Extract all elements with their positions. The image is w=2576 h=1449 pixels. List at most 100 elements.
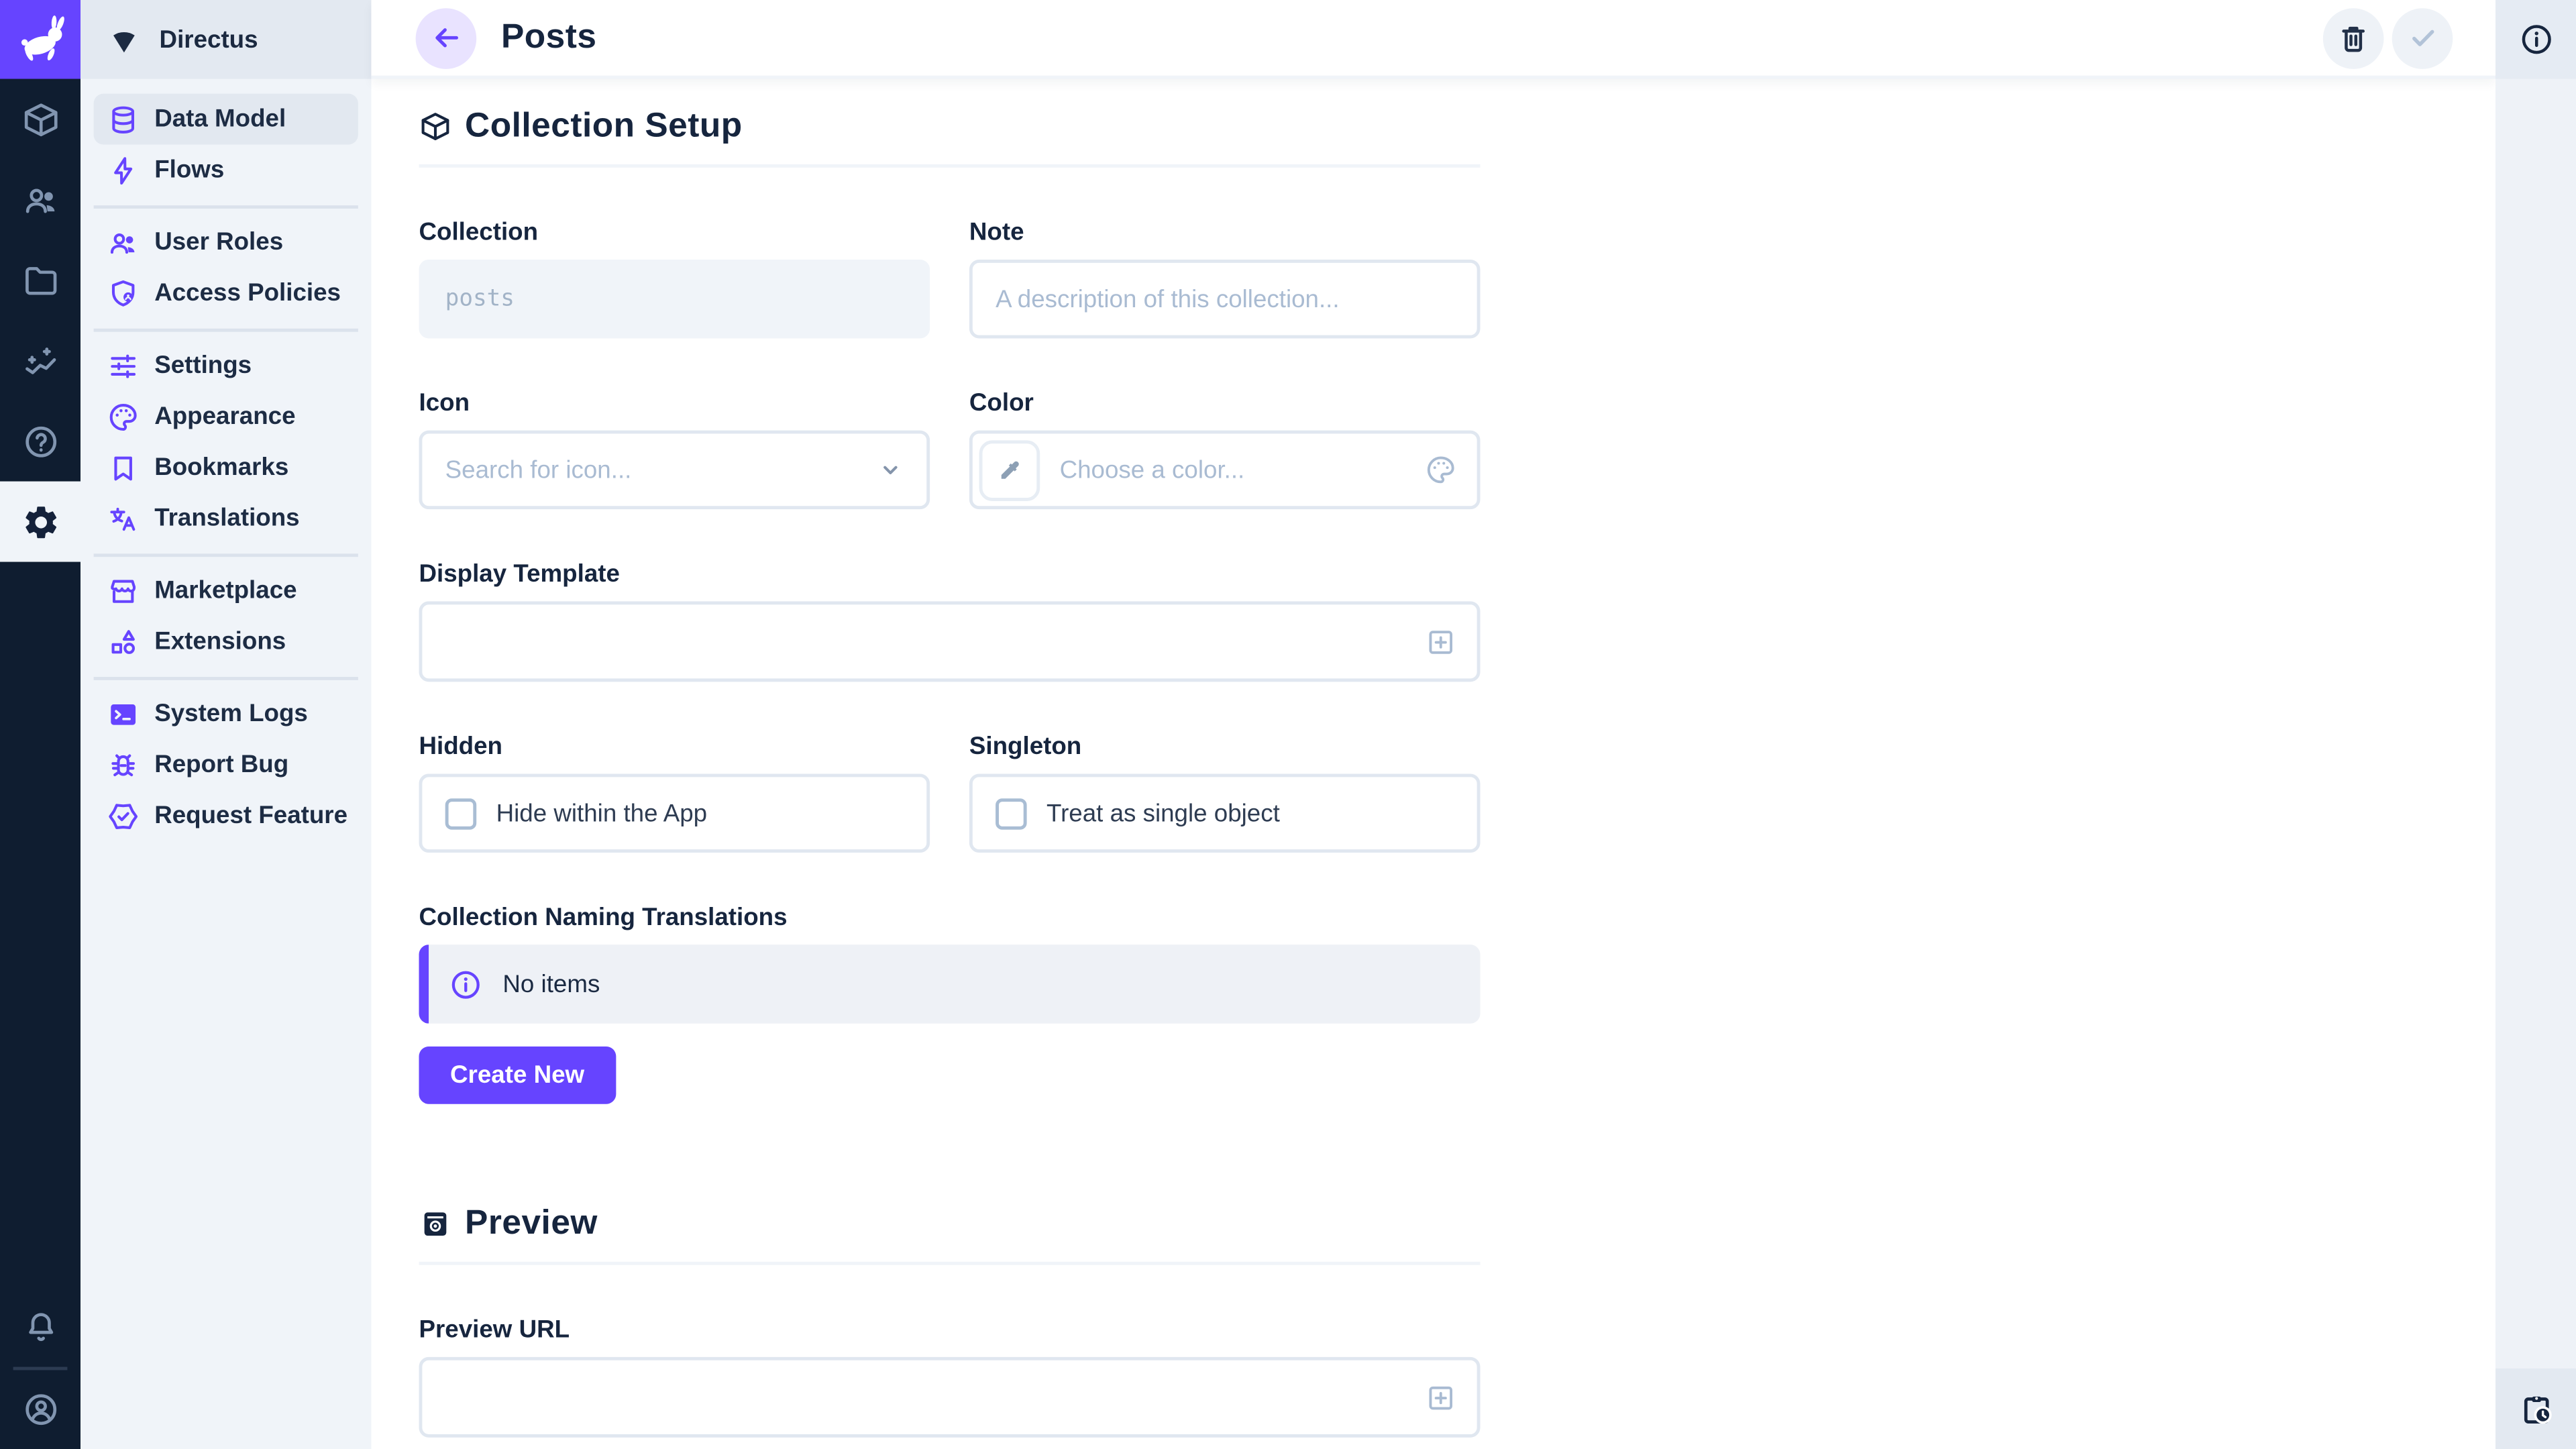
note-input[interactable] bbox=[973, 263, 1477, 335]
account-icon bbox=[21, 1390, 60, 1430]
hidden-checkbox[interactable] bbox=[445, 798, 477, 829]
collection-input-wrapper bbox=[419, 260, 930, 339]
box-icon bbox=[21, 99, 60, 139]
box-icon bbox=[419, 110, 451, 143]
feature-badge-icon bbox=[107, 799, 140, 832]
trash-icon bbox=[2336, 21, 2370, 55]
field-label: Collection Naming Translations bbox=[419, 904, 1480, 932]
sidebar-item-extensions[interactable]: Extensions bbox=[94, 616, 358, 667]
sidebar-item-flows[interactable]: Flows bbox=[94, 145, 358, 196]
sidebar-item-request-feature[interactable]: Request Feature bbox=[94, 790, 358, 841]
display-template-input[interactable] bbox=[422, 604, 1477, 678]
rabbit-logo-icon bbox=[12, 11, 68, 67]
database-icon bbox=[107, 103, 140, 136]
sidebar-item-label: Data Model bbox=[154, 105, 286, 133]
module-settings[interactable] bbox=[0, 482, 80, 562]
sidebar-item-user-roles[interactable]: User Roles bbox=[94, 217, 358, 268]
user-roles-icon bbox=[107, 226, 140, 259]
section-title: Collection Setup bbox=[465, 107, 743, 146]
singleton-checkbox-row[interactable]: Treat as single object bbox=[969, 773, 1481, 853]
chevron-down-icon[interactable] bbox=[874, 453, 907, 486]
sidebar-item-data-model[interactable]: Data Model bbox=[94, 94, 358, 145]
add-box-icon[interactable] bbox=[1424, 625, 1457, 658]
main-area: Posts bbox=[371, 0, 2496, 1449]
pending-actions-icon bbox=[2518, 1391, 2554, 1427]
checkbox-label: Treat as single object bbox=[1046, 799, 1280, 827]
module-user-directory[interactable] bbox=[0, 160, 80, 240]
module-file-library[interactable] bbox=[0, 240, 80, 321]
sidebar-item-label: Appearance bbox=[154, 402, 295, 431]
project-logo-icon bbox=[107, 22, 141, 56]
back-button[interactable] bbox=[416, 7, 477, 68]
eyedropper-icon bbox=[996, 456, 1024, 484]
field-color: Color bbox=[969, 389, 1481, 509]
app-window: Directus Data Model Flows bbox=[0, 0, 2576, 1449]
activity-toggle-button[interactable] bbox=[2496, 1368, 2576, 1449]
page-header: Posts bbox=[371, 0, 2496, 79]
header-actions bbox=[2323, 7, 2453, 68]
add-box-icon[interactable] bbox=[1424, 1381, 1457, 1413]
notifications-button[interactable] bbox=[0, 1287, 80, 1367]
sidebar-item-system-logs[interactable]: System Logs bbox=[94, 688, 358, 739]
sidebar-item-marketplace[interactable]: Marketplace bbox=[94, 565, 358, 616]
field-naming-translations: Collection Naming Translations No items … bbox=[419, 904, 1480, 1104]
directus-logo[interactable] bbox=[0, 0, 80, 79]
storefront-icon bbox=[107, 574, 140, 607]
module-bar-spacer bbox=[0, 562, 80, 1287]
palette-icon bbox=[107, 400, 140, 433]
sidebar-item-label: Report Bug bbox=[154, 751, 288, 779]
sidebar-info-section[interactable] bbox=[2496, 0, 2576, 79]
field-display-template: Display Template bbox=[419, 560, 1480, 682]
right-sidebar bbox=[2496, 0, 2576, 1449]
bookmark-icon bbox=[107, 451, 140, 484]
collection-form: Collection Setup Collection Note bbox=[371, 79, 1480, 1438]
icon-select bbox=[419, 431, 930, 510]
section-divider bbox=[419, 1262, 1480, 1265]
arrow-left-icon bbox=[428, 19, 464, 56]
settings-gear-icon bbox=[21, 502, 60, 541]
sidebar-item-appearance[interactable]: Appearance bbox=[94, 391, 358, 442]
page-title: Posts bbox=[501, 18, 597, 58]
singleton-checkbox[interactable] bbox=[996, 798, 1027, 829]
sidebar-item-report-bug[interactable]: Report Bug bbox=[94, 739, 358, 790]
users-icon bbox=[21, 180, 60, 219]
field-label: Preview URL bbox=[419, 1316, 1480, 1344]
save-button[interactable] bbox=[2392, 7, 2453, 68]
empty-list-notice: No items bbox=[419, 945, 1480, 1024]
field-label: Hidden bbox=[419, 733, 930, 761]
sidebar-item-settings[interactable]: Settings bbox=[94, 340, 358, 391]
color-input[interactable] bbox=[1040, 434, 1477, 506]
sidebar-item-bookmarks[interactable]: Bookmarks bbox=[94, 442, 358, 493]
delete-button[interactable] bbox=[2323, 7, 2384, 68]
module-insights[interactable] bbox=[0, 321, 80, 401]
sidebar-item-label: System Logs bbox=[154, 700, 308, 728]
account-button[interactable] bbox=[0, 1370, 80, 1449]
extension-shapes-icon bbox=[107, 625, 140, 658]
field-hidden: Hidden Hide within the App bbox=[419, 733, 930, 853]
collection-input[interactable] bbox=[422, 263, 926, 335]
field-label: Display Template bbox=[419, 560, 1480, 588]
hidden-checkbox-row[interactable]: Hide within the App bbox=[419, 773, 930, 853]
help-icon bbox=[21, 421, 60, 461]
bolt-icon bbox=[107, 154, 140, 186]
icon-search-input[interactable] bbox=[422, 434, 926, 506]
preview-url-input-wrapper bbox=[419, 1357, 1480, 1438]
sidebar-item-translations[interactable]: Translations bbox=[94, 493, 358, 544]
checkbox-label: Hide within the App bbox=[496, 799, 708, 827]
create-new-button[interactable]: Create New bbox=[419, 1046, 615, 1104]
color-swatch-button[interactable] bbox=[979, 439, 1040, 500]
sidebar-item-label: Marketplace bbox=[154, 577, 297, 605]
sidebar-item-label: Access Policies bbox=[154, 279, 341, 307]
sidebar-item-label: Request Feature bbox=[154, 802, 347, 830]
module-help[interactable] bbox=[0, 401, 80, 482]
nav-list: Data Model Flows User Roles bbox=[80, 79, 371, 841]
empty-list-text: No items bbox=[502, 970, 600, 998]
nav-divider bbox=[94, 205, 358, 209]
module-content[interactable] bbox=[0, 79, 80, 160]
sidebar-item-label: Flows bbox=[154, 156, 224, 184]
sidebar-item-access-policies[interactable]: Access Policies bbox=[94, 268, 358, 319]
preview-url-input[interactable] bbox=[422, 1360, 1477, 1434]
sidebar-body bbox=[2496, 79, 2576, 1368]
field-label: Collection bbox=[419, 219, 930, 247]
project-header[interactable]: Directus bbox=[80, 0, 371, 79]
